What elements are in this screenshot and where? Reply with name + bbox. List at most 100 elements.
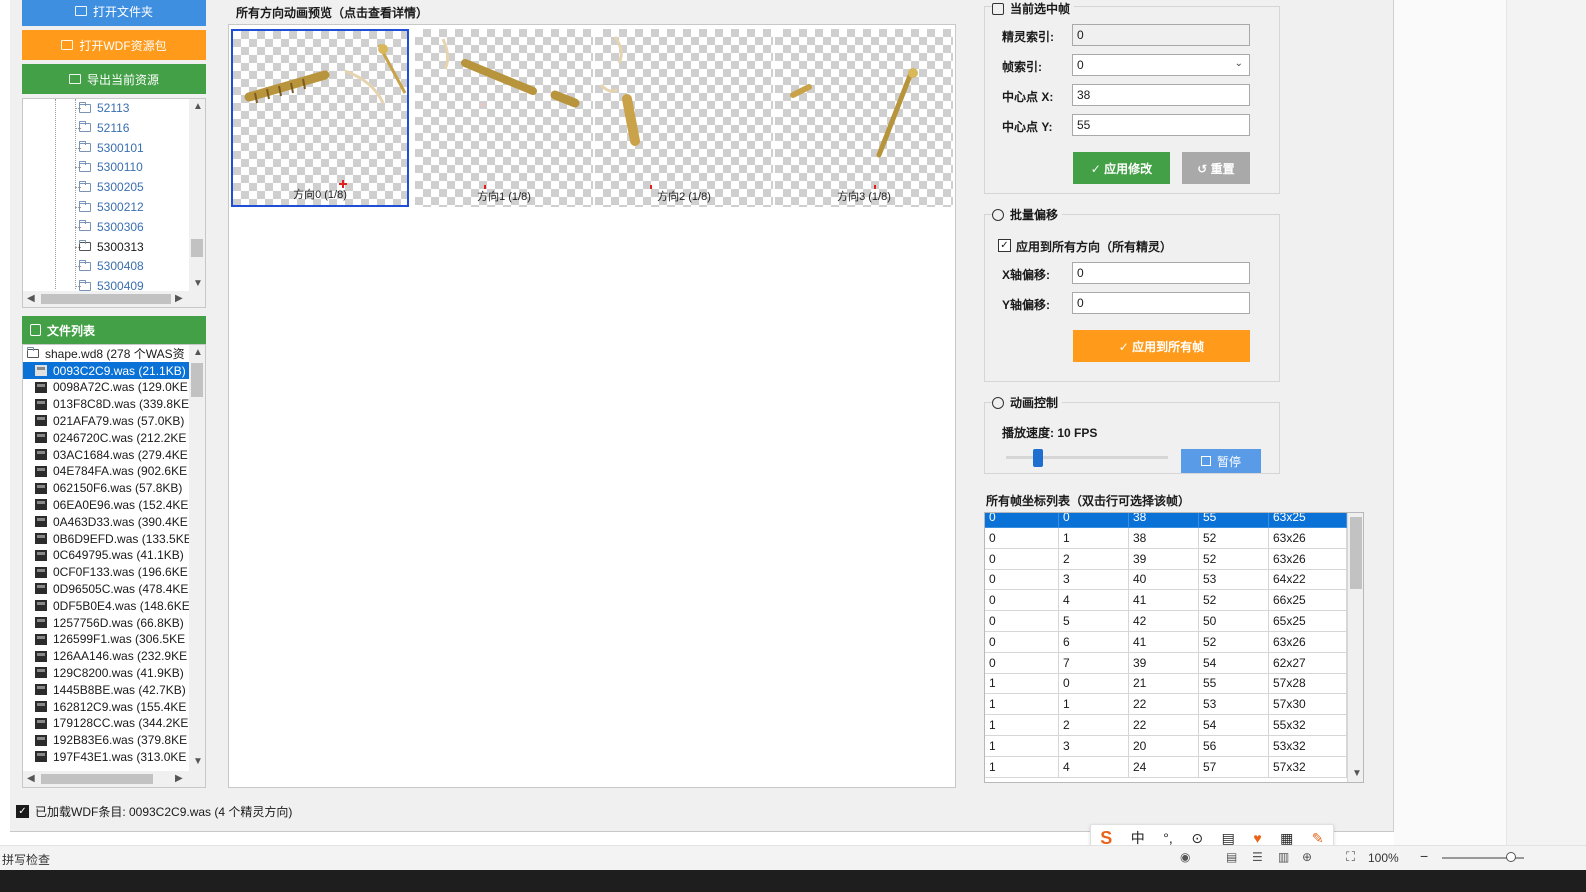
file-list-hscroll-thumb[interactable] xyxy=(41,774,153,784)
file-list-item[interactable]: 021AFA79.was (57.0KB) xyxy=(23,412,189,429)
file-list-item[interactable]: 126599F1.was (306.5KE xyxy=(23,631,189,648)
table-row[interactable]: 1 4 24 57 57x32 xyxy=(985,756,1347,778)
file-list-item[interactable]: 1257756D.was (66.8KB) xyxy=(23,614,189,631)
tree-item[interactable]: 5300101 xyxy=(79,139,144,157)
file-list-item[interactable]: 0CF0F133.was (196.6KE xyxy=(23,564,189,581)
read-mode-icon[interactable]: ▥ xyxy=(1278,850,1289,864)
scroll-right-icon[interactable]: ▶ xyxy=(175,294,183,304)
ime-punctuation-icon[interactable]: °, xyxy=(1163,830,1173,846)
apply-all-directions-checkbox[interactable]: ✓ xyxy=(998,239,1011,252)
file-list-vertical-scrollbar[interactable]: ▲ ▼ xyxy=(189,345,205,773)
file-list-item[interactable]: 04E784FA.was (902.6KE xyxy=(23,463,189,480)
table-row[interactable]: 0 1 38 52 63x26 xyxy=(985,527,1347,549)
table-row[interactable]: 1 3 20 56 53x32 xyxy=(985,735,1347,757)
scroll-down-icon[interactable]: ▼ xyxy=(1352,769,1362,779)
pause-button[interactable]: 暂停 xyxy=(1181,449,1261,473)
skin-icon[interactable]: ♥ xyxy=(1253,830,1261,846)
scroll-up-icon[interactable]: ▲ xyxy=(193,102,203,112)
file-list-item[interactable]: 013F8C8D.was (339.8KE xyxy=(23,396,189,413)
apps-grid-icon[interactable]: ▦ xyxy=(1280,830,1293,847)
scroll-right-icon[interactable]: ▶ xyxy=(175,774,183,784)
export-button[interactable]: 导出当前资源 xyxy=(22,64,206,94)
scroll-left-icon[interactable]: ◀ xyxy=(27,774,35,784)
speed-slider-track[interactable] xyxy=(1006,456,1168,459)
folder-tree[interactable]: 52113 52116 5300101 5300110 5300205 5300212 53… xyxy=(22,98,206,308)
file-list-item[interactable]: 0093C2C9.was (21.1KB) xyxy=(23,362,189,379)
web-icon[interactable]: ⊕ xyxy=(1302,850,1312,864)
file-list-item[interactable]: 0B6D9EFD.was (133.5KE xyxy=(23,530,189,547)
file-list-item[interactable]: 0D96505C.was (478.4KE xyxy=(23,580,189,597)
tree-item[interactable]: 5300306 xyxy=(79,218,144,236)
keyboard-icon[interactable]: ▤ xyxy=(1222,830,1235,847)
table-row[interactable]: 0 5 42 50 65x25 xyxy=(985,611,1347,632)
table-row[interactable]: 1 0 21 55 57x28 xyxy=(985,673,1347,695)
open-wdf-button[interactable]: 打开WDF资源包 xyxy=(22,30,206,60)
toolbox-icon[interactable]: ✎ xyxy=(1312,830,1324,847)
file-list-horizontal-scrollbar[interactable]: ◀ ▶ xyxy=(23,771,205,787)
frame-index-select[interactable]: 0 ⌄ xyxy=(1072,54,1250,76)
y-offset-field[interactable]: 0 xyxy=(1072,292,1250,314)
tree-item[interactable]: 5300313 xyxy=(79,238,144,256)
zoom-out-icon[interactable]: − xyxy=(1420,848,1428,864)
file-list-item[interactable]: 06EA0E96.was (152.4KE xyxy=(23,496,189,513)
file-list-item[interactable]: 0C649795.was (41.1KB) xyxy=(23,547,189,564)
tree-item[interactable]: 52116 xyxy=(79,119,129,137)
table-row[interactable]: 1 1 22 53 57x30 xyxy=(985,694,1347,716)
apply-all-frames-button[interactable]: ✓ 应用到所有帧 xyxy=(1073,330,1250,362)
apply-changes-button[interactable]: ✓ 应用修改 xyxy=(1073,152,1170,184)
center-x-field[interactable]: 38 xyxy=(1072,84,1250,106)
frames-table[interactable]: 0 0 38 55 63x25 0 1 38 52 63x26 0 2 39 52 63x26 0 3 40 53 6… xyxy=(984,512,1364,783)
tree-item[interactable]: 5300110 xyxy=(79,158,143,176)
tree-hscroll-thumb[interactable] xyxy=(41,294,171,304)
table-row[interactable]: 0 3 40 53 64x22 xyxy=(985,569,1347,591)
microphone-icon[interactable]: ⊙ xyxy=(1191,830,1203,847)
table-row[interactable]: 0 7 39 54 62x27 xyxy=(985,652,1347,674)
outline-icon[interactable]: ☰ xyxy=(1252,850,1263,864)
file-list-item[interactable]: 0A463D33.was (390.4KE xyxy=(23,513,189,530)
table-row[interactable]: 0 2 39 52 63x26 xyxy=(985,548,1347,570)
view-icon[interactable]: ◉ xyxy=(1180,850,1190,864)
file-list-item[interactable]: 197F43E1.was (313.0KE xyxy=(23,748,189,765)
frames-table-scrollbar[interactable]: ▼ xyxy=(1347,513,1363,782)
reset-button[interactable]: ↺ 重置 xyxy=(1182,152,1250,184)
file-list-item[interactable]: 162812C9.was (155.4KE xyxy=(23,698,189,715)
tree-item[interactable]: 5300408 xyxy=(79,257,144,275)
scroll-left-icon[interactable]: ◀ xyxy=(27,294,35,304)
scroll-down-icon[interactable]: ▼ xyxy=(193,757,203,767)
tree-item[interactable]: 5300205 xyxy=(79,178,144,196)
tree-vertical-scrollbar[interactable]: ▲ ▼ xyxy=(189,99,205,293)
fit-page-icon[interactable]: ⛶ xyxy=(1346,849,1355,865)
direction-tile-1[interactable]: 方向1 (1/8) xyxy=(415,29,593,207)
file-list-item[interactable]: 129C8200.was (41.9KB) xyxy=(23,664,189,681)
direction-tile-3[interactable]: 方向3 (1/8) xyxy=(775,29,953,207)
file-list-item[interactable]: 0DF5B0E4.was (148.6KE xyxy=(23,597,189,614)
tree-horizontal-scrollbar[interactable]: ◀ ▶ xyxy=(23,291,205,307)
file-list-item[interactable]: 1445B8BE.was (42.7KB) xyxy=(23,681,189,698)
tree-scroll-thumb[interactable] xyxy=(191,239,203,257)
x-offset-field[interactable]: 0 xyxy=(1072,262,1250,284)
table-row[interactable]: 1 2 22 54 55x32 xyxy=(985,715,1347,736)
file-list-item[interactable]: 179128CC.was (344.2KE xyxy=(23,715,189,732)
zoom-level[interactable]: 100% xyxy=(1368,851,1399,865)
direction-tile-2[interactable]: 方向2 (1/8) xyxy=(595,29,773,207)
frames-table-scroll-thumb[interactable] xyxy=(1350,517,1362,589)
file-list-scroll-thumb[interactable] xyxy=(191,363,203,397)
layout-icon[interactable]: ▤ xyxy=(1226,850,1237,864)
table-row[interactable]: 0 6 41 52 63x26 xyxy=(985,631,1347,653)
file-list-item[interactable]: 062150F6.was (57.8KB) xyxy=(23,480,189,497)
file-list-item[interactable]: 192B83E6.was (379.8KE xyxy=(23,732,189,749)
file-list[interactable]: shape.wd8 (278 个WAS资 0093C2C9.was (21.1K… xyxy=(22,344,206,788)
zoom-slider-thumb[interactable] xyxy=(1506,852,1516,862)
scroll-down-icon[interactable]: ▼ xyxy=(193,279,203,289)
tree-item[interactable]: 5300212 xyxy=(79,198,144,216)
center-y-field[interactable]: 55 xyxy=(1072,114,1250,136)
file-list-item[interactable]: 0098A72C.was (129.0KE xyxy=(23,379,189,396)
scroll-up-icon[interactable]: ▲ xyxy=(193,348,203,358)
table-row[interactable]: 0 4 41 52 66x25 xyxy=(985,590,1347,612)
sprite-index-field[interactable]: 0 xyxy=(1072,24,1250,46)
open-folder-button[interactable]: 打开文件夹 xyxy=(22,0,206,26)
speed-slider-thumb[interactable] xyxy=(1033,449,1044,467)
file-list-item[interactable]: 126AA146.was (232.9KE xyxy=(23,648,189,665)
tree-item[interactable]: 52113 xyxy=(79,99,129,117)
file-root-item[interactable]: shape.wd8 (278 个WAS资 xyxy=(23,345,189,362)
